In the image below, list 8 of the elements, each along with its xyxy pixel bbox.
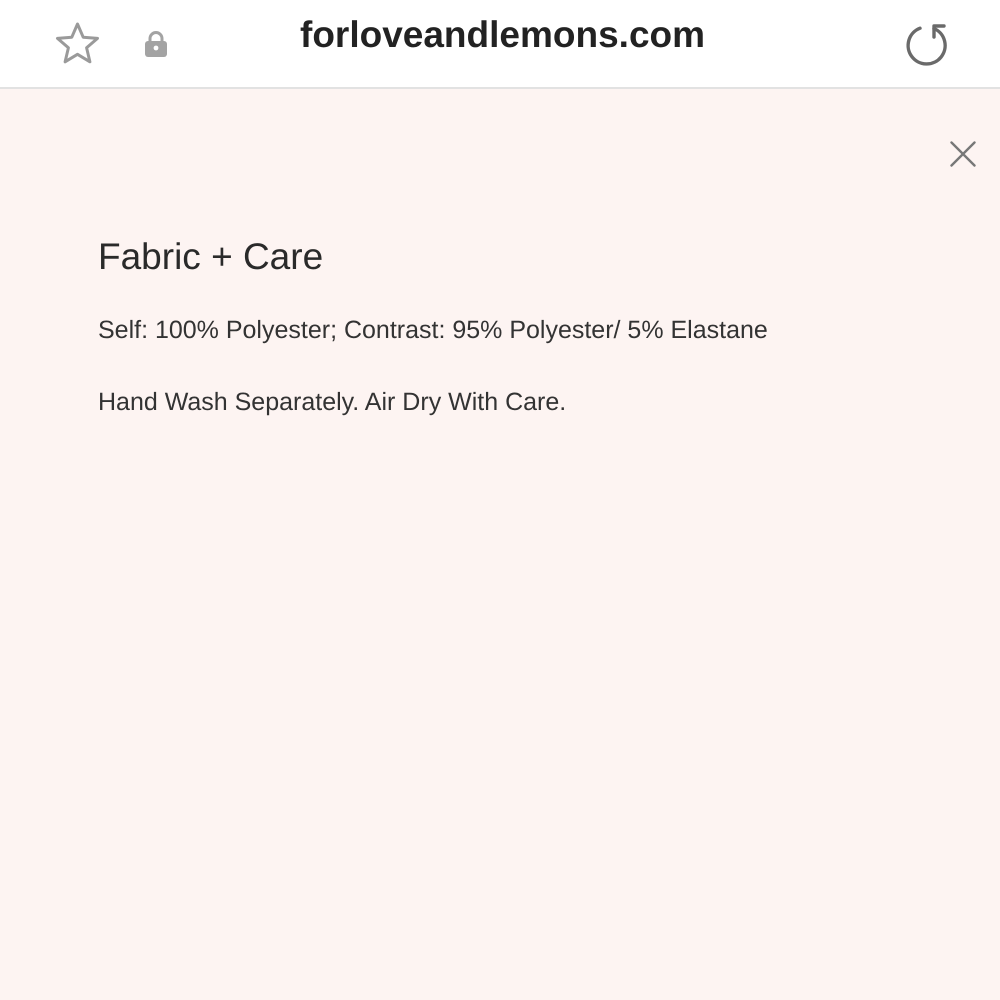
- star-icon[interactable]: [54, 20, 101, 66]
- reload-icon[interactable]: [905, 22, 950, 66]
- close-icon[interactable]: [950, 141, 976, 167]
- care-text: Self: 100% Polyester; Contrast: 95% Polyester/ 5% Elastane: [98, 315, 768, 346]
- url-text[interactable]: forloveandlemons.com: [300, 14, 706, 56]
- panel-title: Fabric + Care: [98, 235, 324, 279]
- lock-icon: [145, 30, 167, 56]
- care-text: Hand Wash Separately. Air Dry With Care.: [98, 387, 566, 418]
